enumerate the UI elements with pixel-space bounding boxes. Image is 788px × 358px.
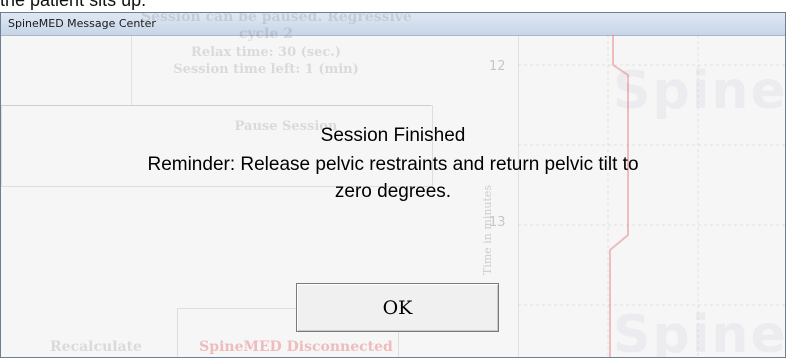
- message-line: Reminder: Release pelvic restraints and …: [147, 154, 639, 175]
- message-body: Reminder: Release pelvic restraints and …: [1, 151, 785, 205]
- message-heading: Session Finished: [320, 125, 466, 146]
- bg-connection-status: SpineMED Disconnected: [199, 339, 393, 355]
- bg-divider: [131, 35, 132, 105]
- bg-time-left: Session time left: 1 (min): [173, 62, 359, 77]
- bg-relax-time: Relax time: 30 (sec.): [191, 45, 341, 60]
- bg-status-line: Session can be paused. Regressive: [141, 12, 412, 25]
- bg-session-status: Session can be paused. Regressive cycle …: [141, 13, 412, 43]
- dialog-title: SpineMED Message Center: [8, 17, 156, 30]
- message-center-dialog: SpineMED Message Center Session can be p…: [0, 12, 786, 358]
- bg-status-line: cycle 2: [238, 26, 294, 42]
- background-caption: the patient sits up.: [0, 0, 147, 10]
- bg-recalculate-button: Recalculate: [50, 339, 142, 355]
- bg-tick-label: 12: [489, 59, 506, 74]
- ok-button[interactable]: OK: [296, 283, 499, 332]
- message-line: zero degrees.: [334, 181, 452, 202]
